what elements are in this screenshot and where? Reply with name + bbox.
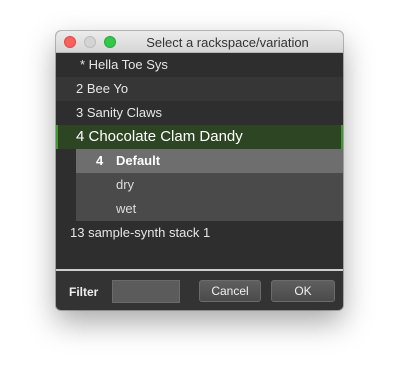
variation-name: Default xyxy=(116,153,161,168)
filter-label: Filter xyxy=(69,285,99,299)
title-bar[interactable]: Select a rackspace/variation xyxy=(56,31,343,53)
variation-item-wet[interactable]: wet xyxy=(76,197,343,221)
rackspace-dialog: Select a rackspace/variation * Hella Toe… xyxy=(56,31,343,310)
rackspace-list[interactable]: * Hella Toe Sys 2 Bee Yo 3 Sanity Claws … xyxy=(56,53,343,269)
zoom-window-button[interactable] xyxy=(104,36,116,48)
dialog-footer: Filter Cancel OK xyxy=(56,271,343,310)
rackspace-item-hella-toe-sys[interactable]: * Hella Toe Sys xyxy=(56,53,343,77)
minimize-window-button[interactable] xyxy=(84,36,96,48)
rackspace-item-sample-synth-stack-1[interactable]: 13 sample-synth stack 1 xyxy=(56,221,343,245)
close-window-button[interactable] xyxy=(64,36,76,48)
rackspace-item-chocolate-clam-dandy[interactable]: 4 Chocolate Clam Dandy xyxy=(56,125,343,149)
cancel-button[interactable]: Cancel xyxy=(199,280,261,302)
variation-name: wet xyxy=(116,201,137,216)
filter-input[interactable] xyxy=(112,280,180,303)
variation-item-default[interactable]: 4 Default xyxy=(76,149,343,173)
variation-item-dry[interactable]: dry xyxy=(76,173,343,197)
variation-number: 4 xyxy=(96,153,104,168)
rackspace-item-bee-yo[interactable]: 2 Bee Yo xyxy=(56,77,343,101)
variation-name: dry xyxy=(116,177,135,192)
rackspace-item-sanity-claws[interactable]: 3 Sanity Claws xyxy=(56,101,343,125)
ok-button[interactable]: OK xyxy=(271,280,335,302)
window-title: Select a rackspace/variation xyxy=(146,35,309,50)
